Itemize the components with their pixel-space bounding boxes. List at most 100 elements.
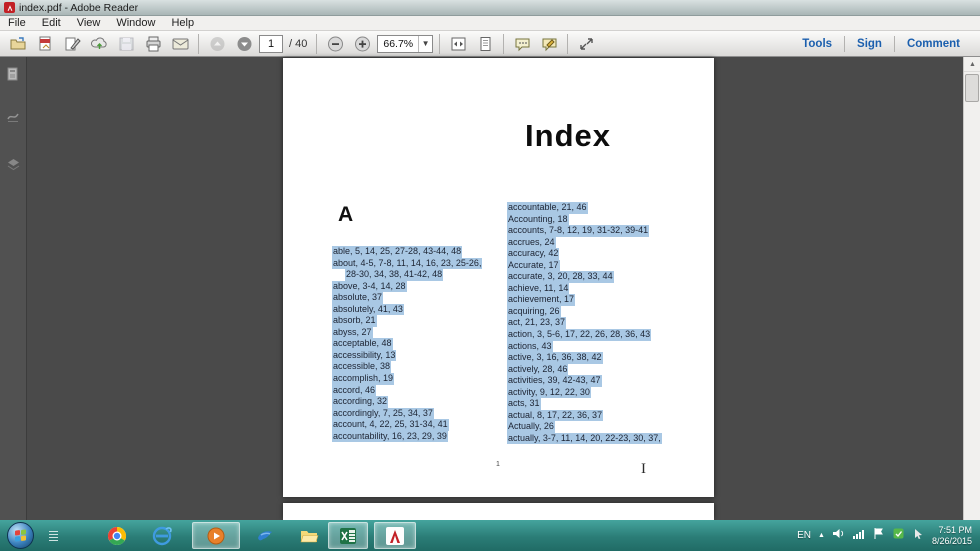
send-file-icon[interactable]	[33, 33, 57, 55]
comment-button[interactable]: Comment	[895, 38, 972, 50]
save-icon[interactable]	[114, 33, 138, 55]
index-entry[interactable]: accountability, 16, 23, 29, 39	[332, 430, 448, 443]
index-entry[interactable]: about, 4-5, 7-8, 11, 14, 16, 23, 25-26,	[332, 257, 483, 270]
pdf-page-1: Index A able, 5, 14, 25, 27-28, 43-44, 4…	[283, 58, 714, 497]
document-area: Index A able, 5, 14, 25, 27-28, 43-44, 4…	[0, 57, 980, 520]
index-entry[interactable]: accountable, 21, 46	[507, 202, 588, 214]
layers-panel-icon[interactable]	[6, 157, 21, 172]
vertical-scrollbar[interactable]: ▲	[963, 57, 980, 520]
index-entry[interactable]: accuracy, 42	[507, 248, 560, 260]
toolbar-right-panel: Tools Sign Comment	[790, 35, 972, 52]
index-entry[interactable]: accurate, 3, 20, 28, 33, 44	[507, 271, 614, 283]
index-entry[interactable]: abyss, 27	[332, 326, 373, 339]
print-icon[interactable]	[141, 33, 165, 55]
section-letter-a: A	[338, 203, 354, 226]
scroll-up-icon[interactable]: ▲	[964, 57, 980, 72]
toolbar-separator	[316, 33, 318, 54]
chrome-icon[interactable]	[100, 522, 134, 549]
excel-icon[interactable]	[328, 522, 368, 549]
cloud-upload-icon[interactable]	[87, 33, 111, 55]
title-bar: index.pdf - Adobe Reader	[0, 0, 980, 16]
toolbar-separator	[503, 33, 505, 54]
system-tray: EN ▲ 7:51 PM 8/26/2015	[797, 520, 978, 551]
sign-pen-icon[interactable]	[60, 33, 84, 55]
messenger-icon[interactable]	[248, 522, 282, 549]
page-number-input[interactable]: 1	[259, 34, 283, 53]
index-entry[interactable]: actually, 3-7, 11, 14, 20, 22-23, 30, 37…	[507, 432, 662, 445]
index-entry[interactable]: act, 21, 23, 37	[507, 317, 567, 330]
index-entry[interactable]: accordingly, 7, 25, 34, 37	[332, 407, 434, 420]
comment-bubble-icon[interactable]	[510, 33, 534, 55]
index-entry[interactable]: above, 3-4, 14, 28	[332, 280, 407, 293]
index-entry[interactable]: accessibility, 13	[332, 349, 397, 362]
index-entry[interactable]: acts, 31	[507, 398, 541, 410]
sign-button[interactable]: Sign	[845, 38, 894, 50]
index-entry[interactable]: activities, 39, 42-43, 47	[507, 375, 602, 387]
page-footer-number: 1	[496, 461, 500, 468]
index-entry[interactable]: accomplish, 19	[332, 373, 395, 385]
chevron-down-icon[interactable]: ▼	[418, 35, 432, 52]
index-entry[interactable]: acquiring, 26	[507, 305, 561, 318]
signature-panel-icon[interactable]	[6, 109, 21, 124]
page-thumbnails-icon[interactable]	[6, 67, 21, 82]
scrollbar-thumb[interactable]	[965, 74, 979, 102]
index-entry[interactable]: absolutely, 41, 43	[332, 303, 404, 316]
index-entry[interactable]: active, 3, 16, 36, 38, 42	[507, 352, 603, 364]
index-entry[interactable]: accounts, 7-8, 12, 19, 31-32, 39-41	[507, 225, 650, 237]
explorer-folder-icon[interactable]	[292, 522, 326, 549]
action-center-flag-icon[interactable]	[872, 527, 885, 545]
internet-explorer-icon[interactable]	[145, 522, 179, 549]
windows-media-player-icon[interactable]	[192, 522, 240, 549]
fullscreen-icon[interactable]	[574, 33, 598, 55]
index-entry[interactable]: Accurate, 17	[507, 259, 560, 272]
index-entry[interactable]: Actually, 26	[507, 421, 555, 433]
index-entry[interactable]: account, 4, 22, 25, 31-34, 41	[332, 419, 449, 431]
index-entry[interactable]: action, 3, 5-6, 17, 22, 26, 28, 36, 43	[507, 329, 652, 341]
fit-width-icon[interactable]	[446, 33, 470, 55]
annotate-bubble-icon[interactable]	[537, 33, 561, 55]
open-icon[interactable]	[6, 33, 30, 55]
index-entry[interactable]: absorb, 21	[332, 315, 377, 327]
index-entry[interactable]: according, 32	[332, 396, 389, 408]
index-entry[interactable]: able, 5, 14, 25, 27-28, 43-44, 48	[332, 246, 463, 258]
index-entry[interactable]: accord, 46	[332, 384, 377, 397]
menu-item[interactable]: File	[0, 16, 34, 31]
menu-item[interactable]: Window	[108, 16, 163, 31]
tools-button[interactable]: Tools	[790, 38, 844, 50]
index-entry[interactable]: achieve, 11, 14	[507, 282, 570, 295]
update-icon[interactable]	[892, 527, 905, 545]
index-entry[interactable]: Accounting, 18	[507, 213, 569, 226]
zoom-level-select[interactable]: 66.7% ▼	[377, 34, 434, 53]
email-icon[interactable]	[168, 33, 192, 55]
index-entry[interactable]: achievement, 17	[507, 294, 576, 306]
start-orb[interactable]	[7, 522, 34, 549]
index-entry[interactable]: accrues, 24	[507, 236, 556, 249]
speaker-icon[interactable]	[832, 527, 845, 545]
menu-bar: File Edit View Window Help	[0, 16, 980, 31]
pointer-icon[interactable]	[912, 527, 925, 545]
language-indicator[interactable]: EN	[797, 530, 811, 541]
index-entry[interactable]: actions, 43	[507, 340, 553, 353]
fit-page-icon[interactable]	[473, 33, 497, 55]
index-entry[interactable]: activity, 9, 12, 22, 30	[507, 386, 591, 399]
index-entry[interactable]: accessible, 38	[332, 361, 392, 374]
menu-item[interactable]: View	[69, 16, 109, 31]
index-entry[interactable]: acceptable, 48	[332, 338, 393, 350]
previous-page-icon[interactable]	[205, 33, 229, 55]
list-app-icon[interactable]	[36, 522, 70, 549]
next-page-icon[interactable]	[232, 33, 256, 55]
zoom-in-icon[interactable]	[350, 33, 374, 55]
index-entry[interactable]: 28-30, 34, 38, 41-42, 48	[345, 269, 444, 281]
menu-item[interactable]: Edit	[34, 16, 69, 31]
index-entry[interactable]: actively, 28, 46	[507, 363, 569, 376]
hidden-icons-caret[interactable]: ▲	[818, 532, 825, 539]
toolbar-separator	[198, 33, 199, 54]
index-entry[interactable]: absolute, 37	[332, 292, 384, 304]
zoom-out-icon[interactable]	[323, 33, 347, 55]
menu-item[interactable]: Help	[163, 16, 202, 31]
network-icon[interactable]	[852, 527, 865, 545]
adobe-reader-icon[interactable]	[374, 522, 416, 549]
clock[interactable]: 7:51 PM 8/26/2015	[932, 525, 978, 547]
toolbar-separator	[439, 33, 441, 54]
index-entry[interactable]: actual, 8, 17, 22, 36, 37	[507, 409, 604, 422]
